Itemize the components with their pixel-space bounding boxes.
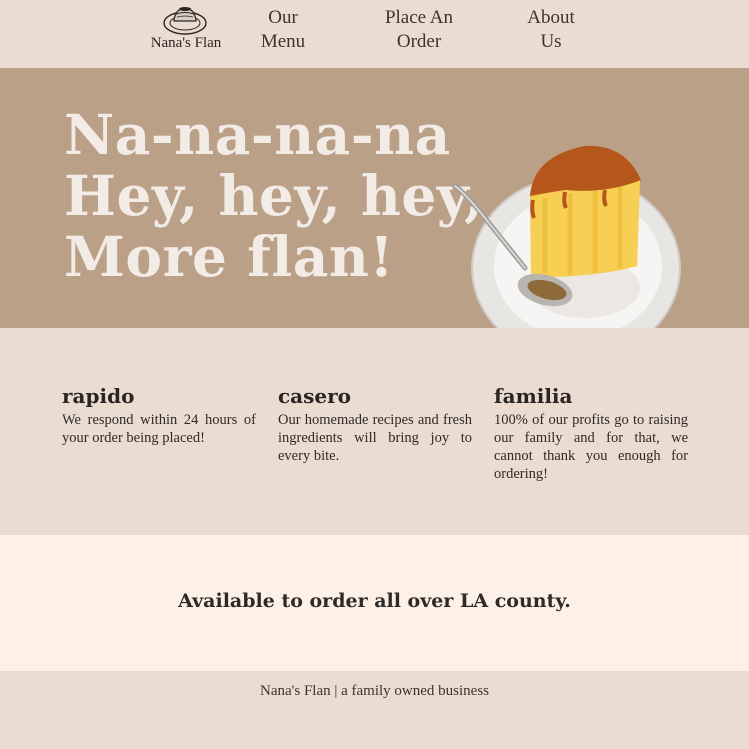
- feature-casero: casero Our homemade recipes and fresh in…: [278, 384, 472, 465]
- footer-text: Nana's Flan | a family owned business: [260, 683, 489, 699]
- availability-text: Available to order all over LA county.: [178, 590, 571, 612]
- hero-title-line3: More flan!: [64, 224, 395, 289]
- hero-title: Na-na-na-na Hey, hey, hey, More flan!: [64, 104, 484, 287]
- feature-familia: familia 100% of our profits go to raisin…: [494, 384, 688, 483]
- nav-about-us-line2: Us: [540, 31, 562, 52]
- nav-our-menu-line1: Our: [268, 7, 298, 28]
- hero-title-line2: Hey, hey, hey,: [64, 163, 484, 228]
- hero-title-line1: Na-na-na-na: [64, 102, 451, 167]
- flan-plate-logo-icon: [163, 7, 207, 35]
- brand-logo-link[interactable]: Nana's Flan: [138, 0, 234, 60]
- nav-place-order-line2: Order: [396, 31, 442, 52]
- feature-text: 100% of our profits go to raising our fa…: [494, 412, 688, 482]
- feature-text: We respond within 24 hours of your order…: [62, 412, 256, 446]
- nav-our-menu[interactable]: Our Menu: [243, 6, 323, 54]
- nav-about-us[interactable]: About Us: [511, 6, 591, 54]
- nav-place-order-line1: Place An: [384, 7, 454, 28]
- feature-title: rapido: [62, 384, 135, 408]
- feature-title: casero: [278, 384, 351, 408]
- nav-about-us-line1: About: [527, 7, 575, 28]
- feature-title: familia: [494, 384, 573, 408]
- brand-name: Nana's Flan: [150, 35, 222, 51]
- nav-our-menu-line2: Menu: [260, 31, 306, 52]
- feature-rapido: rapido We respond within 24 hours of you…: [62, 384, 256, 447]
- top-nav: Nana's Flan Our Menu Place An Order Abou…: [0, 0, 749, 68]
- nav-place-order[interactable]: Place An Order: [364, 6, 474, 54]
- feature-text: Our homemade recipes and fresh ingredien…: [278, 412, 472, 464]
